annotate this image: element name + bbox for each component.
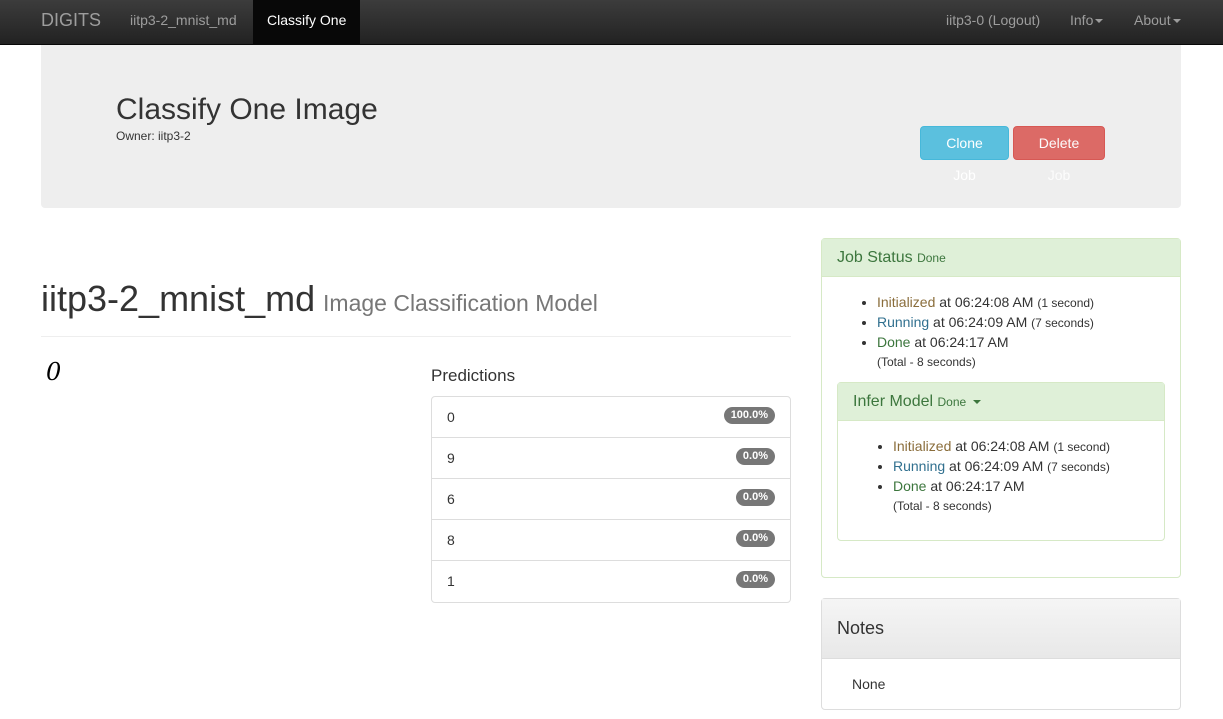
prediction-item: 0 100.0% <box>432 397 790 438</box>
nav-model-link[interactable]: iitp3-2_mnist_md <box>130 0 237 45</box>
nav-user-logout[interactable]: iitp3-0 (Logout) <box>946 0 1040 45</box>
status-done: Done <box>877 334 911 350</box>
brand-logo[interactable]: DIGITS <box>41 10 101 31</box>
prediction-label: 9 <box>447 450 455 466</box>
predictions-list: 0 100.0% 9 0.0% 6 0.0% 8 0.0% 1 0.0% <box>431 396 791 603</box>
job-status-state: Done <box>917 251 946 265</box>
job-total-time: (Total - 8 seconds) <box>877 355 976 369</box>
status-initialized: Initialized <box>893 438 952 454</box>
status-duration: (1 second) <box>1053 440 1111 454</box>
prediction-label: 1 <box>447 573 455 589</box>
prediction-confidence-badge: 0.0% <box>735 530 775 547</box>
nav-about-dropdown[interactable]: About <box>1134 0 1181 45</box>
notes-body: None <box>852 676 886 692</box>
prediction-item: 8 0.0% <box>432 520 790 561</box>
nav-info-dropdown[interactable]: Info <box>1070 0 1104 45</box>
predictions-title: Predictions <box>431 366 516 385</box>
status-time: at 06:24:09 AM <box>929 314 1032 330</box>
status-entry: Initialized at 06:24:08 AM (1 second) <box>877 292 1094 312</box>
model-type: Image Classification Model <box>323 290 598 316</box>
chevron-down-icon[interactable] <box>972 399 981 404</box>
status-time: at 06:24:09 AM <box>945 458 1048 474</box>
job-status-list: Initialized at 06:24:08 AM (1 second) Ru… <box>877 292 1094 352</box>
prediction-confidence-badge: 0.0% <box>735 448 775 465</box>
status-done: Done <box>893 478 927 494</box>
model-name[interactable]: iitp3-2_mnist_md <box>41 278 315 319</box>
job-status-heading: Job Status Done <box>822 239 1180 277</box>
infer-model-title: Infer Model <box>853 393 934 410</box>
job-header: Classify One Image Owner: iitp3-2 Clone … <box>41 45 1181 208</box>
prediction-item: 6 0.0% <box>432 479 790 520</box>
status-running: Running <box>893 458 946 474</box>
input-image: 0 <box>46 358 62 386</box>
chevron-down-icon <box>1095 19 1104 24</box>
status-entry: Done at 06:24:17 AM <box>893 476 1110 496</box>
infer-model-heading[interactable]: Infer Model Done <box>838 383 1164 421</box>
status-duration: (7 seconds) <box>1031 316 1094 330</box>
status-initialized: Initialized <box>877 294 936 310</box>
status-duration: (7 seconds) <box>1047 460 1110 474</box>
model-heading: iitp3-2_mnist_md Image Classification Mo… <box>41 278 791 337</box>
prediction-item: 1 0.0% <box>432 561 790 602</box>
delete-job-button[interactable]: Delete Job <box>1013 126 1105 183</box>
nav-classify-one[interactable]: Classify One <box>253 0 361 45</box>
notes-panel: Notes None <box>821 598 1181 710</box>
page-title: Classify One Image <box>116 93 378 126</box>
infer-total-time: (Total - 8 seconds) <box>893 499 992 513</box>
prediction-confidence-badge: 0.0% <box>735 489 775 506</box>
prediction-confidence-badge: 100.0% <box>723 407 775 424</box>
nav-info-label: Info <box>1070 12 1094 28</box>
status-entry: Running at 06:24:09 AM (7 seconds) <box>893 456 1110 476</box>
job-owner: Owner: iitp3-2 <box>116 129 191 143</box>
status-running: Running <box>877 314 930 330</box>
status-entry: Running at 06:24:09 AM (7 seconds) <box>877 312 1094 332</box>
status-entry: Initialized at 06:24:08 AM (1 second) <box>893 436 1110 456</box>
infer-status-list: Initialized at 06:24:08 AM (1 second) Ru… <box>893 436 1110 496</box>
notes-title: Notes <box>822 599 1180 659</box>
prediction-label: 0 <box>447 409 455 425</box>
status-entry: Done at 06:24:17 AM <box>877 332 1094 352</box>
status-time: at 06:24:08 AM <box>935 294 1038 310</box>
status-time: at 06:24:17 AM <box>910 334 1009 350</box>
clone-job-button[interactable]: Clone Job <box>920 126 1009 183</box>
infer-model-state: Done <box>937 395 967 409</box>
prediction-confidence-badge: 0.0% <box>735 571 775 588</box>
chevron-down-icon <box>1172 19 1181 24</box>
job-status-title: Job Status <box>837 249 913 266</box>
prediction-label: 8 <box>447 532 455 548</box>
infer-model-panel: Infer Model Done Initialized at 06:24:08… <box>837 382 1165 541</box>
nav-about-label: About <box>1134 12 1171 28</box>
status-time: at 06:24:08 AM <box>951 438 1054 454</box>
status-duration: (1 second) <box>1037 296 1095 310</box>
status-time: at 06:24:17 AM <box>926 478 1025 494</box>
top-navbar: DIGITS iitp3-2_mnist_md Classify One iit… <box>0 0 1223 45</box>
prediction-item: 9 0.0% <box>432 438 790 479</box>
prediction-label: 6 <box>447 491 455 507</box>
